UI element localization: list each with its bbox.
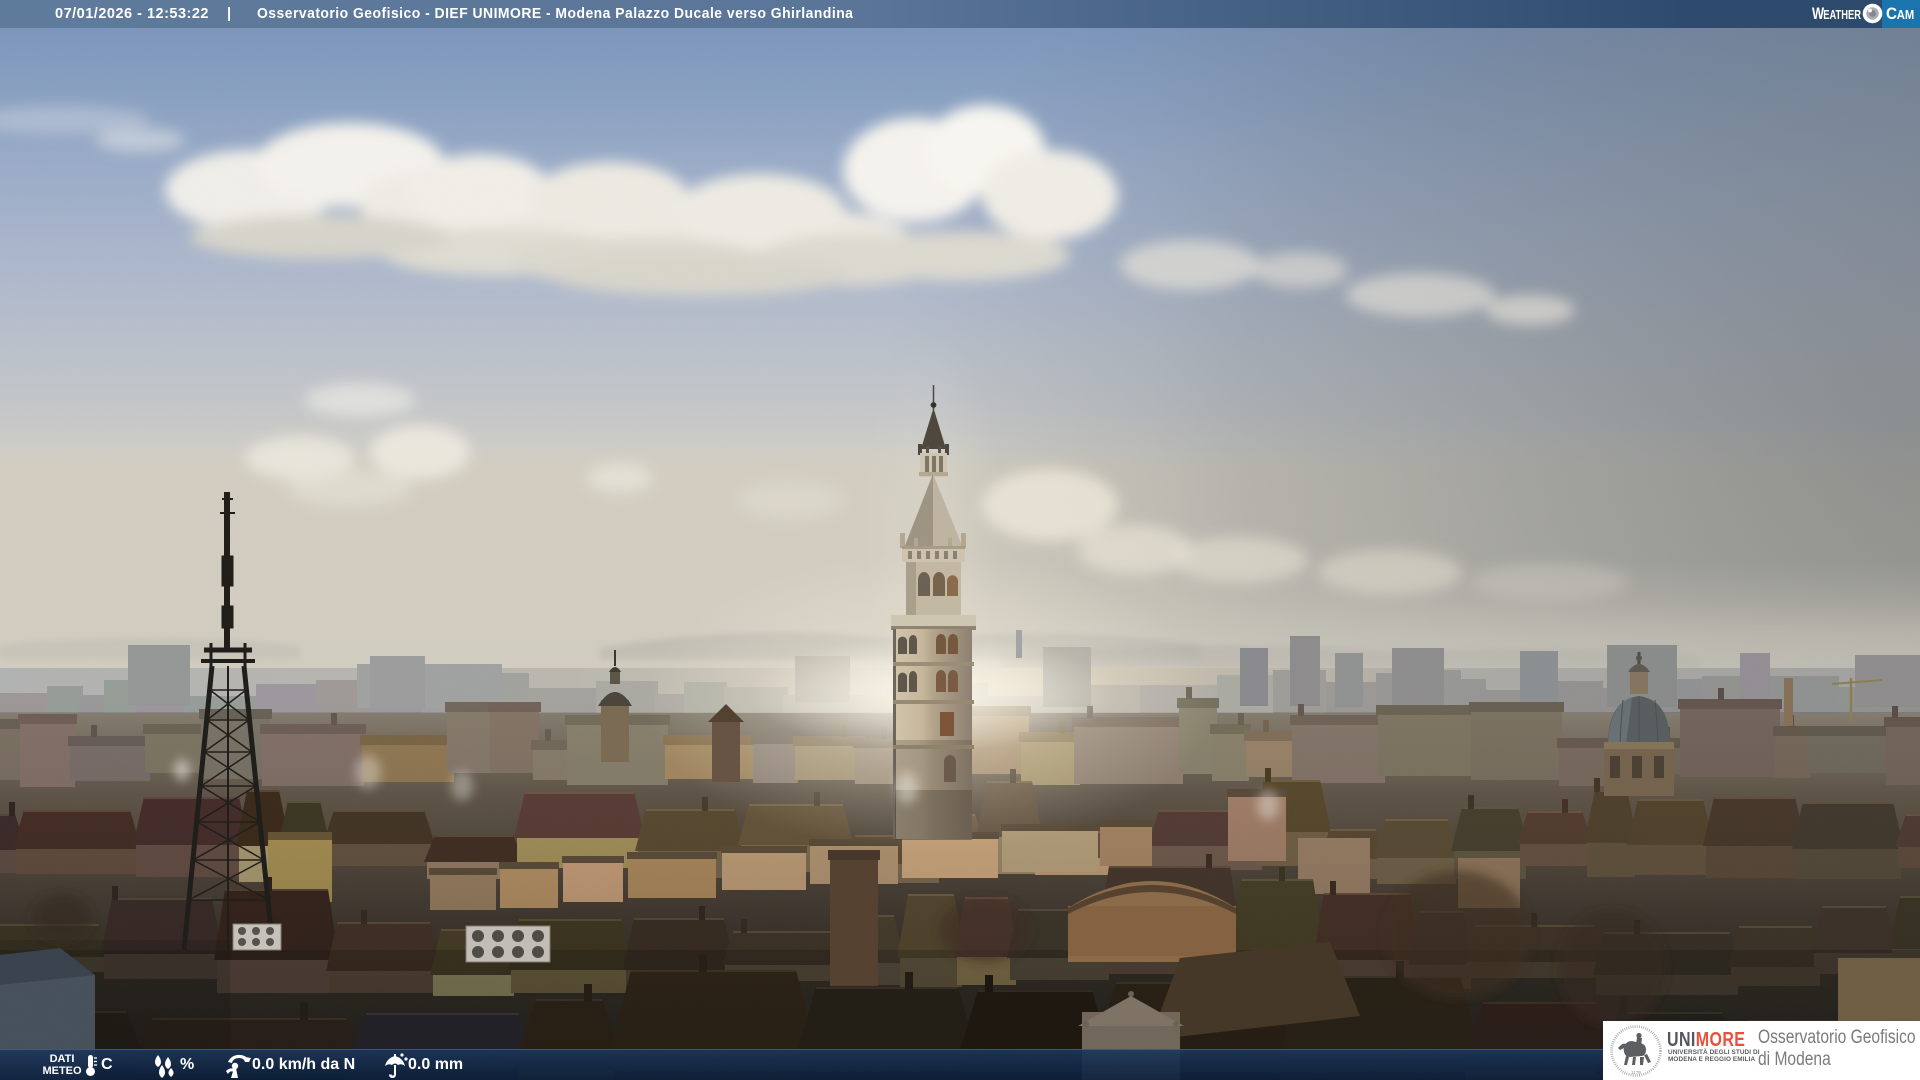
svg-text:AM: AM: [1897, 7, 1915, 22]
svg-text:1175: 1175: [1631, 1070, 1641, 1075]
svg-text:C: C: [1886, 4, 1897, 23]
svg-text:EATHER: EATHER: [1823, 9, 1861, 23]
